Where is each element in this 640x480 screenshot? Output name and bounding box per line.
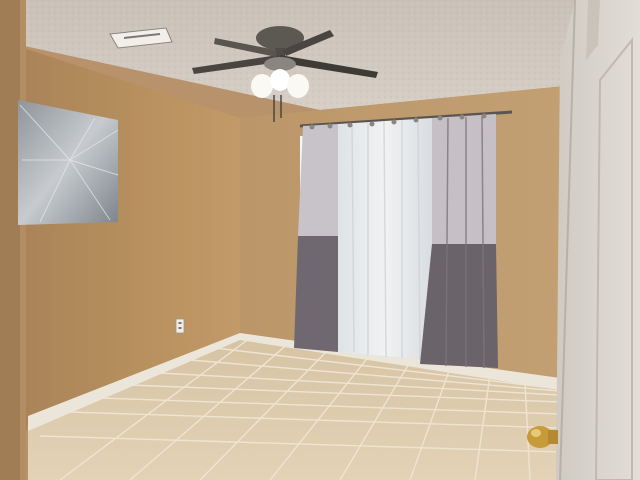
room-illustration [0, 0, 640, 480]
outlet-icon [175, 318, 185, 334]
curtain-center-sheer [338, 118, 432, 361]
canvas-art [18, 100, 119, 225]
open-door [556, 0, 640, 480]
bedroom-scene [0, 0, 640, 480]
left-door-frame-edge [20, 0, 26, 480]
